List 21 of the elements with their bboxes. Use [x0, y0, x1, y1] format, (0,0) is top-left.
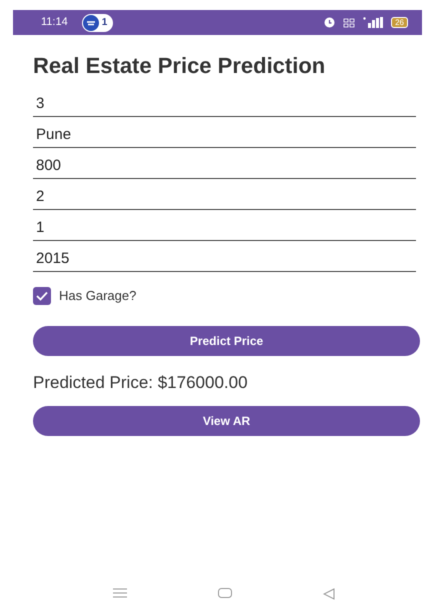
app-title: Real Estate Price Prediction: [33, 52, 326, 80]
garage-checkbox[interactable]: [33, 286, 51, 305]
input-field[interactable]: Pune: [33, 117, 416, 148]
menu-icon[interactable]: [113, 588, 127, 598]
back-icon[interactable]: [323, 588, 335, 600]
home-icon[interactable]: [218, 588, 232, 598]
predict-button[interactable]: Predict Price: [33, 326, 420, 356]
signal-icon: [363, 17, 384, 28]
input-field[interactable]: 2015: [33, 241, 416, 272]
alarm-icon: [324, 17, 336, 28]
view-ar-button[interactable]: View AR: [33, 406, 420, 436]
network-icon: [343, 18, 356, 28]
input-field[interactable]: 800: [33, 148, 416, 179]
input-field[interactable]: 2: [33, 179, 416, 210]
checkbox-label: Has Garage?: [59, 287, 136, 305]
status-time: 11:14: [41, 15, 68, 30]
predicted-price: Predicted Price: $176000.00: [33, 372, 249, 394]
input-field[interactable]: 1: [33, 210, 416, 241]
notification-count: 1: [102, 16, 108, 30]
input-field[interactable]: 3: [33, 86, 416, 117]
battery-icon: 26: [391, 17, 408, 28]
